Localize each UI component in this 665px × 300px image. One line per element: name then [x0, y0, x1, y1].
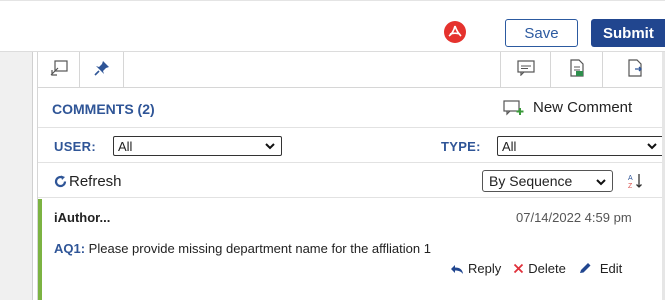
tab-comments[interactable]	[500, 52, 550, 88]
svg-text:A: A	[628, 175, 633, 182]
sort-order-value: By Sequence	[489, 173, 573, 189]
tab-export[interactable]	[602, 52, 665, 88]
comment-actions: Reply Delete Edit	[450, 261, 634, 276]
refresh-label: Refresh	[69, 173, 122, 190]
sort-order-select[interactable]: By Sequence	[482, 170, 613, 192]
document-icon	[569, 58, 585, 82]
comments-title: COMMENTS (2)	[52, 101, 155, 117]
comment-author: iAuthor...	[54, 210, 111, 225]
pin-icon	[93, 59, 111, 82]
reply-label: Reply	[468, 261, 502, 276]
type-filter-select[interactable]: All	[497, 136, 664, 156]
edit-label: Edit	[599, 261, 623, 276]
user-filter-value: All	[118, 138, 133, 154]
comments-header: COMMENTS (2) New Comment	[38, 88, 665, 128]
user-filter-label: USER:	[54, 139, 96, 154]
refresh-button[interactable]: Refresh	[54, 173, 122, 190]
chevron-down-icon	[646, 140, 658, 155]
panel-tab-bar	[38, 52, 665, 88]
type-filter-label: TYPE:	[441, 139, 481, 154]
collapse-panel-icon	[50, 59, 68, 81]
reply-button[interactable]: Reply	[450, 261, 501, 276]
edit-button[interactable]: Edit	[578, 261, 622, 276]
user-filter-select[interactable]: All	[113, 136, 282, 156]
top-toolbar: Save Submit	[0, 0, 665, 52]
pin-tab[interactable]	[80, 52, 124, 88]
close-icon	[513, 263, 528, 274]
comments-icon	[516, 59, 535, 81]
collapse-panel-tab[interactable]	[38, 52, 80, 88]
pdf-icon[interactable]	[444, 21, 466, 43]
save-button[interactable]: Save	[505, 19, 578, 47]
new-comment-icon	[503, 98, 525, 116]
comment-item[interactable]: iAuthor... 07/14/2022 4:59 pm AQ1: Pleas…	[38, 199, 665, 300]
delete-label: Delete	[528, 261, 566, 276]
comment-date: 07/14/2022 4:59 pm	[516, 210, 632, 225]
type-filter-value: All	[502, 138, 517, 154]
left-gutter	[0, 52, 33, 300]
svg-text:Z: Z	[628, 183, 633, 190]
reply-icon	[450, 263, 468, 275]
tab-document[interactable]	[550, 52, 602, 88]
export-icon	[627, 58, 643, 82]
query-id: AQ1:	[54, 241, 86, 256]
refresh-sort-row: Refresh By Sequence AZ	[38, 164, 665, 198]
new-comment-button[interactable]: New Comment	[503, 98, 632, 116]
filter-row: USER: All TYPE: All	[38, 129, 665, 163]
pencil-icon	[578, 262, 596, 275]
refresh-icon	[54, 175, 67, 188]
chevron-down-icon	[264, 140, 276, 155]
submit-button[interactable]: Submit	[591, 19, 665, 47]
sort-az-icon[interactable]: AZ	[627, 172, 645, 195]
delete-button[interactable]: Delete	[513, 261, 566, 276]
comments-panel: COMMENTS (2) New Comment USER: All TYPE:…	[37, 52, 665, 300]
comment-text: AQ1: Please provide missing department n…	[54, 241, 431, 256]
new-comment-label: New Comment	[533, 98, 633, 116]
comment-body: Please provide missing department name f…	[85, 241, 431, 256]
chevron-down-icon	[595, 175, 607, 191]
